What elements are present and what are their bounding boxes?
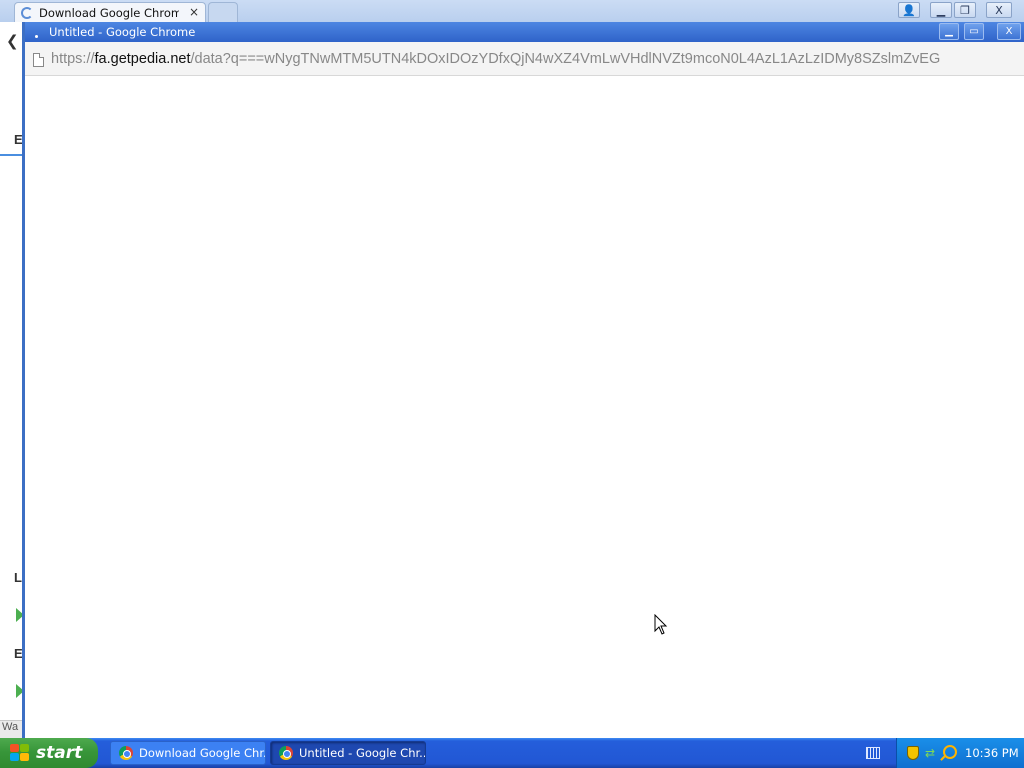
- windows-logo-icon: [10, 744, 30, 762]
- mouse-cursor-icon: [654, 614, 668, 635]
- new-tab-button[interactable]: [208, 2, 238, 22]
- address-bar[interactable]: https://fa.getpedia.net/data?q===wNygTNw…: [25, 42, 1024, 76]
- window-title: Untitled - Google Chrome: [49, 25, 196, 39]
- tab-label: Download Google Chrome - T: [39, 5, 179, 20]
- search-icon[interactable]: [943, 745, 957, 759]
- tab-download-google-chrome[interactable]: Download Google Chrome - T ×: [14, 2, 206, 22]
- url-text[interactable]: https://fa.getpedia.net/data?q===wNygTNw…: [51, 51, 1024, 71]
- loading-spinner-icon: [21, 6, 33, 19]
- popup-minimize-button[interactable]: ▁: [939, 23, 959, 40]
- favicon-icon: [35, 35, 38, 38]
- network-icon[interactable]: ⇄: [925, 746, 939, 760]
- chrome-icon: [119, 746, 133, 760]
- background-title-bar: Download Google Chrome - T × 👤 ▁ ❐ X: [0, 0, 1024, 22]
- taskbar: start Download Google Chr... Untitled - …: [0, 738, 1024, 768]
- taskbar-item-label: Untitled - Google Chr...: [299, 746, 426, 760]
- taskbar-item-untitled-chrome[interactable]: Untitled - Google Chr...: [270, 741, 426, 765]
- popup-maximize-button[interactable]: ▭: [964, 23, 984, 40]
- popup-close-button[interactable]: X: [997, 23, 1021, 40]
- keyboard-icon[interactable]: [866, 747, 880, 759]
- security-shield-icon[interactable]: [907, 746, 919, 760]
- restore-button[interactable]: ❐: [954, 2, 976, 18]
- chrome-icon: [279, 746, 293, 760]
- user-profile-button[interactable]: 👤: [898, 2, 920, 18]
- popup-title-bar[interactable]: Untitled - Google Chrome ▁ ▭ X: [25, 22, 1024, 42]
- status-bar-fragment: Wa: [0, 720, 24, 738]
- popup-browser-window: Untitled - Google Chrome ▁ ▭ X https://f…: [22, 22, 1024, 738]
- start-button[interactable]: start: [0, 738, 98, 768]
- url-path: /data?q===wNygTNwMTM5UTN4kDOxIDOzYDfxQjN…: [190, 51, 941, 67]
- taskbar-item-label: Download Google Chr...: [139, 746, 266, 760]
- taskbar-item-download-chrome[interactable]: Download Google Chr...: [110, 741, 266, 765]
- system-tray: ⇄ 10:36 PM: [896, 738, 1024, 768]
- minimize-button[interactable]: ▁: [930, 2, 952, 18]
- divider: [0, 154, 22, 156]
- page-content[interactable]: [25, 77, 1024, 738]
- close-button[interactable]: X: [986, 2, 1012, 18]
- page-icon: [33, 53, 44, 67]
- url-host: fa.getpedia.net: [94, 51, 191, 67]
- tab-close-icon[interactable]: ×: [189, 5, 199, 19]
- url-scheme: https://: [51, 51, 95, 67]
- clock[interactable]: 10:36 PM: [965, 746, 1019, 760]
- start-label: start: [36, 743, 83, 763]
